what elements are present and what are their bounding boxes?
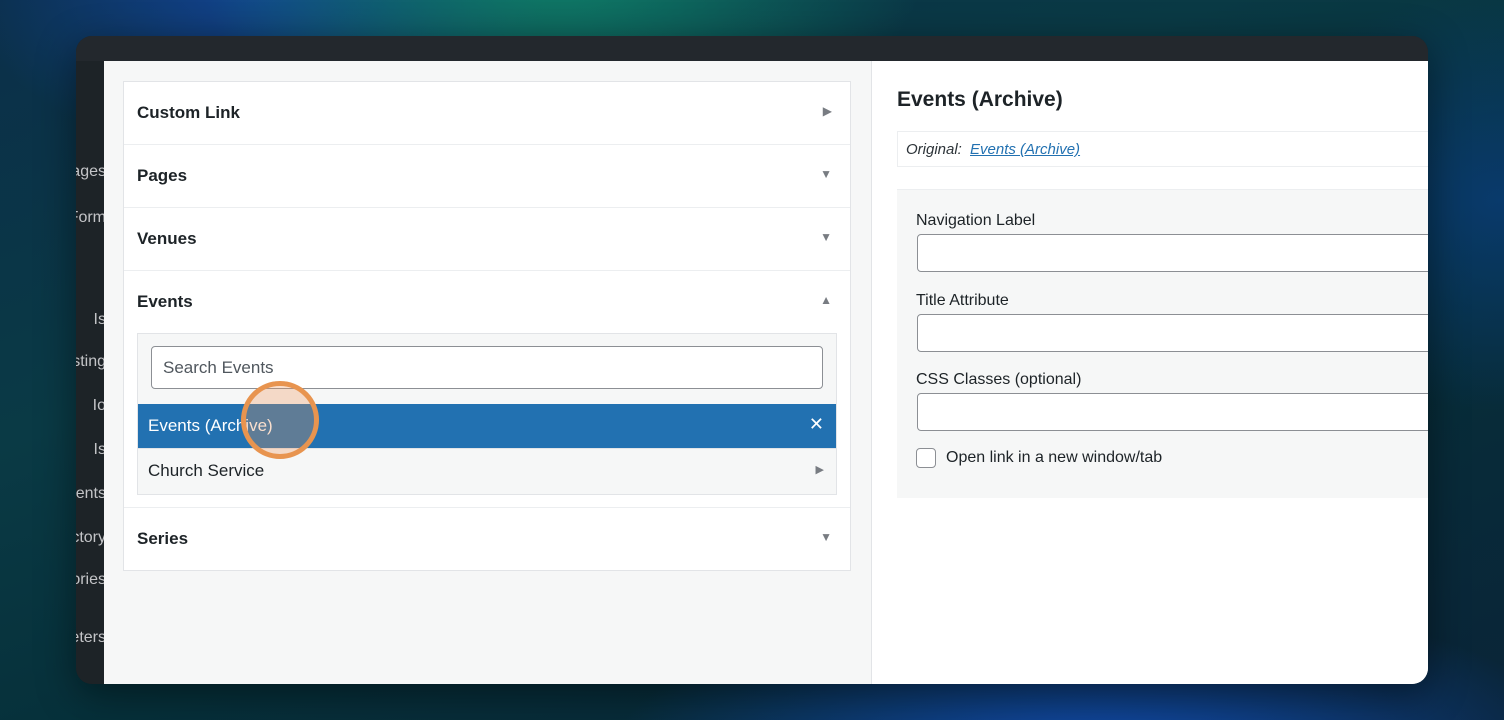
open-new-tab-label[interactable]: Open link in a new window/tab [946,449,1162,467]
accordion-section-venues: Venues ▼ [124,208,850,271]
cursor-highlight-ring [241,381,319,459]
accordion-title: Series [137,529,189,548]
admin-sidebar: Pages Form Is Posting Io Is Comments Dir… [76,61,104,684]
result-item-church-service[interactable]: Church Service ▶ [138,448,836,492]
sidebar-item[interactable]: Posting [76,353,104,371]
original-link[interactable]: Events (Archive) [970,141,1080,158]
sidebar-item[interactable]: Form [76,209,104,227]
open-new-tab-checkbox[interactable] [916,448,936,468]
item-settings-box: Navigation Label Title Attribute CSS Cla… [897,189,1428,498]
panel-title: Events (Archive) [897,88,1063,111]
sidebar-item[interactable]: Is [94,311,104,329]
accordion-section-pages: Pages ▼ [124,145,850,208]
triangle-right-icon[interactable]: ▶ [823,104,832,118]
sidebar-item[interactable]: Pages [76,163,104,181]
sidebar-item[interactable]: Io [93,397,104,415]
sidebar-item[interactable]: Is [94,441,104,459]
sidebar-item[interactable]: Directory [76,529,104,547]
title-attribute-input[interactable] [917,314,1428,352]
window-top-bar [76,36,1428,61]
menu-item-settings-panel: Events (Archive) Original: Events (Archi… [871,61,1428,684]
navigation-label-input[interactable] [917,234,1428,272]
add-menu-items-column: Custom Link ▶ Pages ▼ Venues ▼ Events ▲ … [104,61,870,684]
app-window: Pages Form Is Posting Io Is Comments Dir… [76,36,1428,684]
accordion-title: Pages [137,166,188,185]
accordion-title: Events [137,292,193,311]
triangle-down-icon[interactable]: ▼ [820,530,832,544]
title-attribute-label: Title Attribute [916,292,1009,309]
triangle-down-icon[interactable]: ▼ [820,167,832,181]
accordion-header-pages[interactable]: Pages ▼ [124,145,850,207]
triangle-right-icon[interactable]: ▶ [816,463,824,476]
accordion-section-events: Events ▲ Events (Archive) ✕ Church Servi… [124,271,850,508]
search-events-input[interactable] [151,346,823,389]
triangle-down-icon[interactable]: ▼ [820,230,832,244]
triangle-up-icon[interactable]: ▲ [820,293,832,307]
accordion-section-custom-link: Custom Link ▶ [124,82,850,145]
accordion-header-events[interactable]: Events ▲ [124,271,850,333]
navigation-label-label: Navigation Label [916,212,1036,229]
accordion-title: Custom Link [137,103,240,122]
accordion-header-venues[interactable]: Venues ▼ [124,208,850,270]
sidebar-item[interactable]: Parameters [76,629,104,647]
original-label: Original: [906,141,962,158]
css-classes-input[interactable] [917,393,1428,431]
menu-items-accordion: Custom Link ▶ Pages ▼ Venues ▼ Events ▲ … [123,81,851,571]
original-link-box: Original: Events (Archive) [897,131,1428,167]
accordion-header-custom-link[interactable]: Custom Link ▶ [124,82,850,144]
css-classes-label: CSS Classes (optional) [916,371,1082,388]
result-item-label: Church Service [148,461,265,480]
accordion-section-series: Series ▼ [124,508,850,570]
close-icon[interactable]: ✕ [809,414,824,435]
sidebar-item[interactable]: Comments [76,485,104,503]
accordion-title: Venues [137,229,197,248]
menu-editor-content: Custom Link ▶ Pages ▼ Venues ▼ Events ▲ … [104,61,1428,684]
accordion-header-series[interactable]: Series ▼ [124,508,850,570]
sidebar-item[interactable]: Categories [76,571,104,589]
